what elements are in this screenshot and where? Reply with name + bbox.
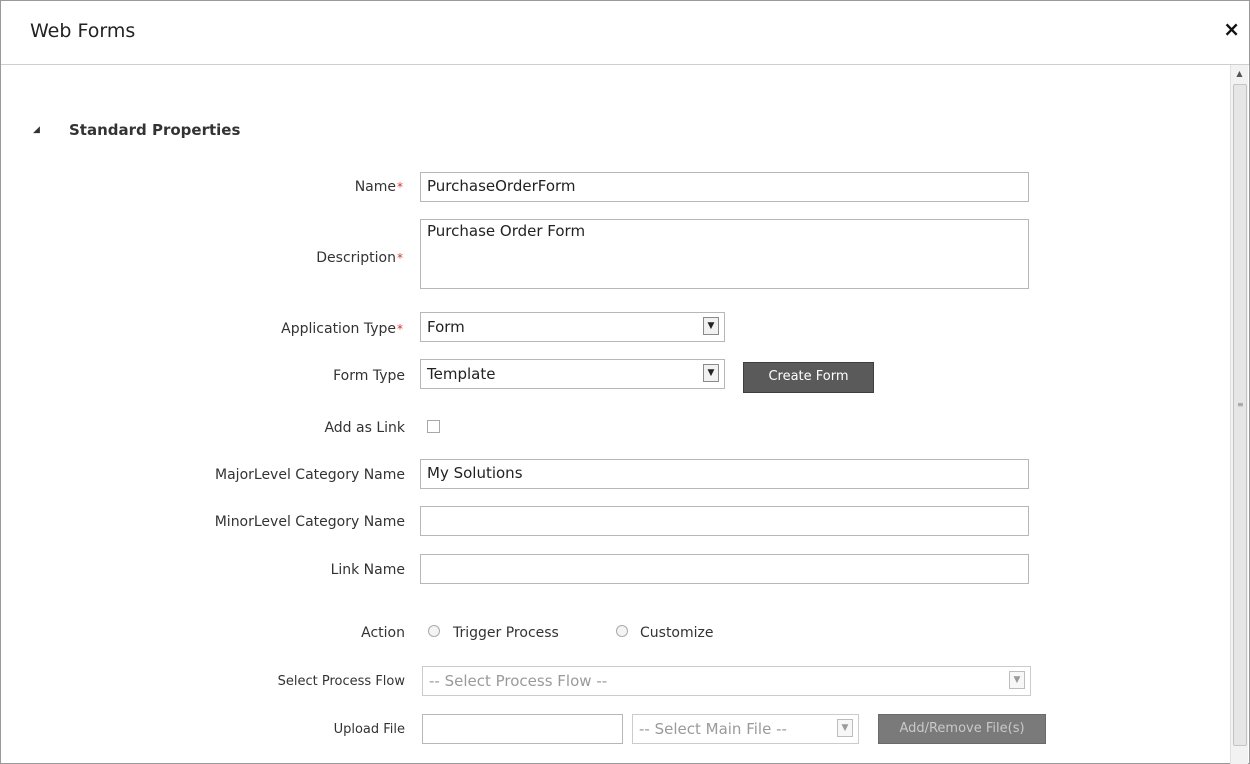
major-category-input[interactable]: My Solutions (420, 459, 1029, 489)
close-icon[interactable]: × (1223, 19, 1240, 39)
trigger-process-label[interactable]: Trigger Process (453, 625, 559, 641)
required-marker: * (397, 180, 403, 194)
main-file-select[interactable]: -- Select Main File -- ▼ (632, 714, 859, 744)
minor-category-label: MinorLevel Category Name (214, 514, 405, 530)
application-type-label: Application Type* (281, 321, 403, 337)
main-file-value: -- Select Main File -- (639, 720, 787, 738)
dropdown-arrow-icon[interactable]: ▼ (837, 719, 853, 737)
customize-radio[interactable] (616, 625, 628, 637)
scrollbar-thumb[interactable]: ≡ (1233, 84, 1247, 746)
major-category-label: MajorLevel Category Name (215, 467, 405, 483)
name-label: Name* (354, 179, 403, 195)
required-marker: * (397, 322, 403, 336)
add-as-link-label: Add as Link (324, 420, 405, 436)
customize-label[interactable]: Customize (640, 625, 714, 641)
process-flow-value: -- Select Process Flow -- (429, 672, 608, 690)
description-label: Description* (316, 250, 403, 266)
collapse-triangle-icon[interactable]: ◢ (33, 125, 40, 135)
dialog-titlebar: Web Forms × (1, 1, 1249, 65)
scroll-grip-icon: ≡ (1237, 400, 1244, 409)
name-input[interactable]: PurchaseOrderForm (420, 172, 1029, 202)
dialog-title: Web Forms (30, 20, 136, 42)
action-label: Action (361, 625, 405, 641)
create-form-button[interactable]: Create Form (743, 362, 874, 393)
section-title: Standard Properties (69, 121, 241, 139)
link-name-input[interactable] (420, 554, 1029, 584)
description-textarea[interactable]: Purchase Order Form (420, 219, 1029, 289)
dropdown-arrow-icon[interactable]: ▼ (703, 317, 719, 335)
trigger-process-radio[interactable] (428, 625, 440, 637)
web-forms-dialog: Web Forms × ▲ ≡ ◢ Standard Properties Na… (0, 0, 1250, 764)
process-flow-label: Select Process Flow (277, 674, 405, 689)
upload-file-input[interactable] (422, 714, 623, 744)
add-remove-files-button[interactable]: Add/Remove File(s) (878, 714, 1046, 744)
form-type-value: Template (427, 365, 496, 383)
scroll-up-arrow-icon[interactable]: ▲ (1231, 65, 1248, 82)
dropdown-arrow-icon[interactable]: ▼ (1009, 671, 1025, 689)
add-as-link-checkbox[interactable] (427, 420, 440, 433)
dropdown-arrow-icon[interactable]: ▼ (703, 364, 719, 382)
link-name-label: Link Name (330, 562, 405, 578)
form-type-label: Form Type (333, 368, 405, 384)
upload-file-label: Upload File (333, 722, 405, 737)
process-flow-select[interactable]: -- Select Process Flow -- ▼ (422, 666, 1031, 696)
application-type-select[interactable]: Form ▼ (420, 312, 725, 342)
application-type-value: Form (427, 318, 465, 336)
form-type-select[interactable]: Template ▼ (420, 359, 725, 389)
vertical-scrollbar[interactable]: ▲ ≡ (1230, 65, 1248, 764)
minor-category-input[interactable] (420, 506, 1029, 536)
required-marker: * (397, 251, 403, 265)
